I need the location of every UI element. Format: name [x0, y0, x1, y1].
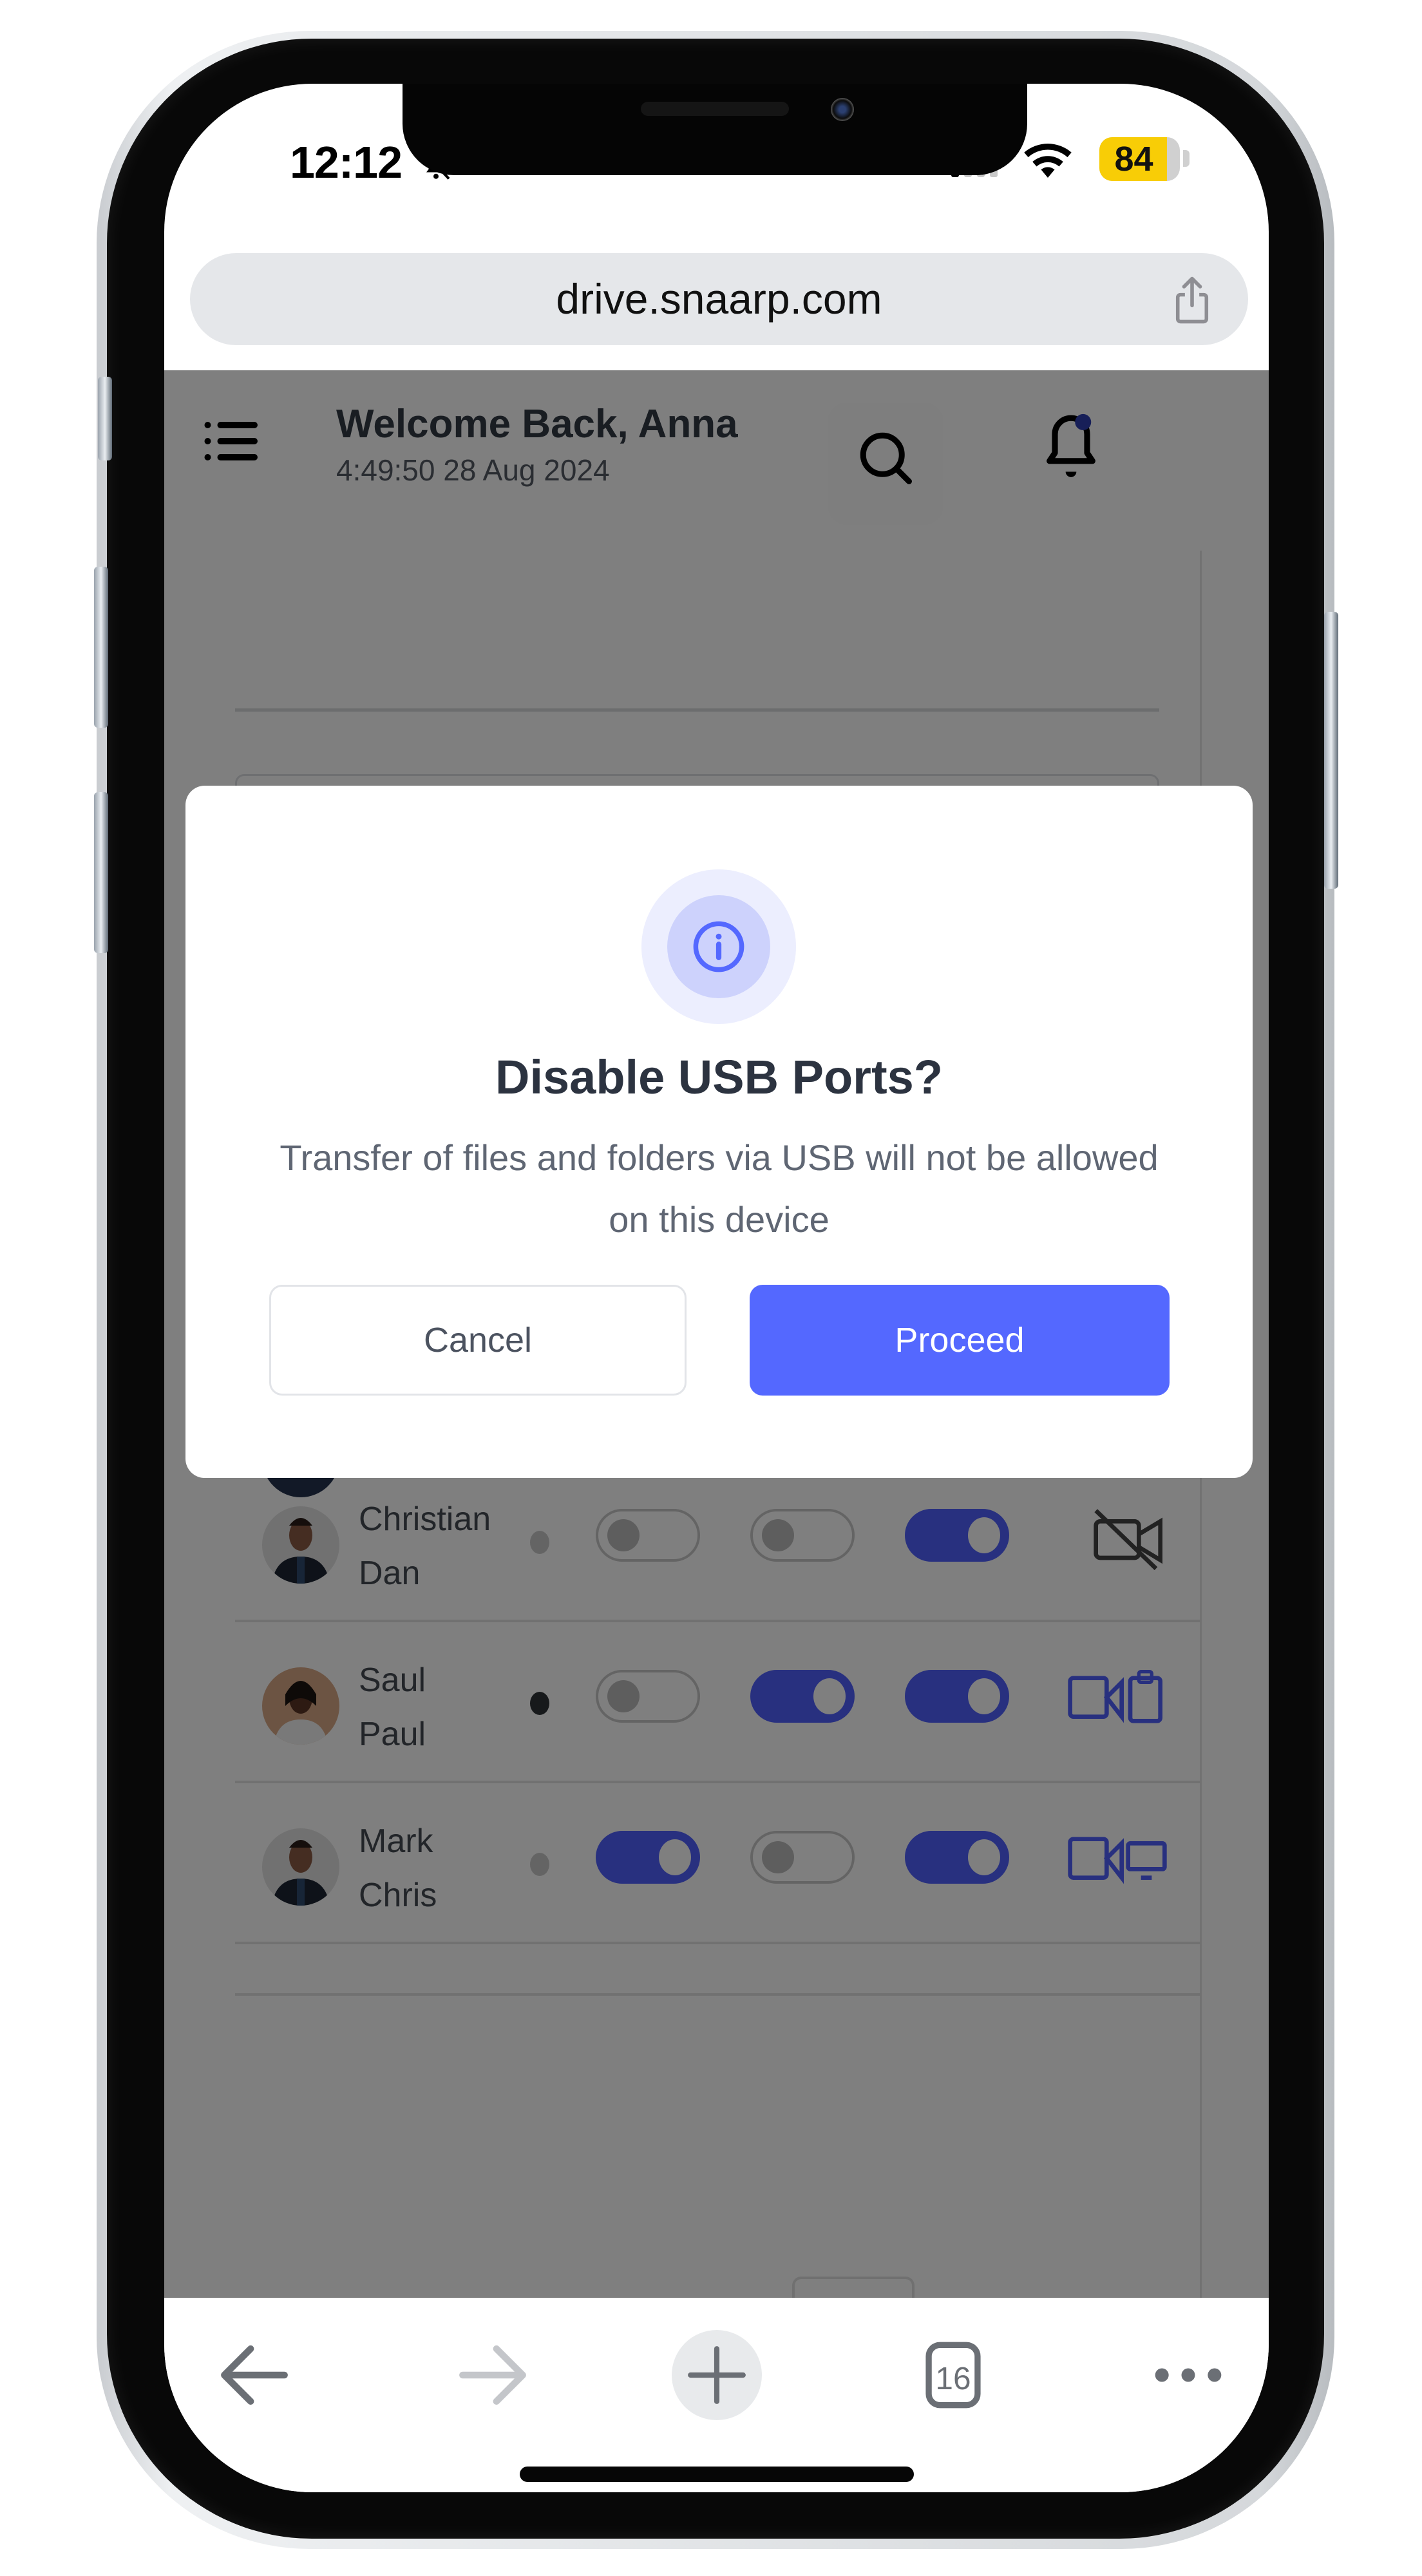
- notch: [403, 84, 1027, 175]
- tab-count: 16: [935, 2360, 971, 2396]
- address-bar[interactable]: drive.snaarp.com: [190, 253, 1248, 345]
- info-icon: [693, 921, 744, 972]
- back-button[interactable]: [209, 2330, 299, 2420]
- arrow-right-icon: [459, 2345, 526, 2405]
- status-time: 12:12: [290, 137, 403, 187]
- cancel-button[interactable]: Cancel: [269, 1285, 687, 1396]
- info-icon-badge: [667, 895, 770, 998]
- confirm-dialog: Disable USB Ports? Transfer of files and…: [185, 786, 1253, 1478]
- phone-screen: 12:12 84 drive.snaarp.com Welcome Back, …: [164, 84, 1269, 2492]
- power-button: [1324, 612, 1338, 889]
- volume-down-button: [94, 792, 108, 953]
- battery-percent: 84: [1114, 140, 1153, 178]
- browser-toolbar: 16: [164, 2298, 1269, 2492]
- arrow-left-icon: [221, 2345, 288, 2405]
- dialog-title: Disable USB Ports?: [495, 1050, 943, 1104]
- info-icon-ring: [641, 869, 796, 1024]
- more-button[interactable]: [1143, 2330, 1233, 2420]
- ellipsis-icon: [1155, 2368, 1222, 2382]
- home-indicator[interactable]: [520, 2467, 914, 2482]
- battery-indicator: 84: [1099, 137, 1180, 181]
- tabs-button[interactable]: 16: [908, 2330, 998, 2420]
- forward-button[interactable]: [448, 2330, 538, 2420]
- share-icon[interactable]: [1170, 275, 1215, 325]
- mute-switch: [98, 377, 112, 460]
- volume-up-button: [94, 567, 108, 728]
- wifi-icon: [1024, 144, 1072, 178]
- earpiece-speaker: [641, 102, 789, 116]
- plus-icon: [688, 2346, 746, 2404]
- tabs-icon: 16: [925, 2342, 981, 2409]
- url-text[interactable]: drive.snaarp.com: [190, 253, 1248, 345]
- battery-cap: [1183, 150, 1190, 167]
- front-camera: [831, 98, 854, 121]
- proceed-button[interactable]: Proceed: [750, 1285, 1170, 1396]
- dialog-description: Transfer of files and folders via USB wi…: [280, 1137, 1159, 1240]
- new-tab-button[interactable]: [672, 2330, 762, 2420]
